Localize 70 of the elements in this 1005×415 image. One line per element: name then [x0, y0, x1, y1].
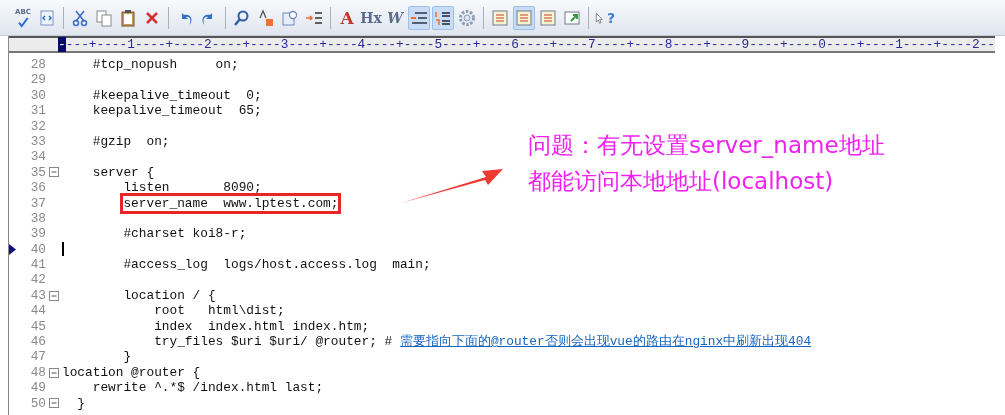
line-number: 36: [29, 180, 46, 196]
code-text: rewrite ^.*$ /index.html last;: [92, 380, 324, 396]
comment-link[interactable]: 需要指向下面的@router否则会出现vue的路由在nginx中刷新出现404: [399, 334, 812, 350]
fold-icon[interactable]: [49, 167, 59, 178]
line-number: 37: [29, 195, 46, 211]
code-text: index index.html index.htm;: [154, 318, 370, 335]
line-number: 35: [29, 164, 46, 181]
line-numbers-icon: [434, 9, 452, 27]
line-number: 44: [29, 303, 46, 319]
code-text: }: [77, 395, 86, 411]
line-number: 28: [29, 57, 46, 73]
copy-icon: [95, 9, 113, 27]
code-text: }: [123, 349, 132, 365]
line-number: 32: [29, 118, 46, 134]
line-number: 30: [29, 87, 46, 104]
code-text: #keepalive_timeout 0;: [92, 87, 262, 104]
code-text: location @router {: [62, 364, 201, 381]
toolbar-button[interactable]: Hx: [360, 6, 382, 30]
column-ruler: ---+----1----+----2----+----3----+----4----+----5----+----6----+----7----+----8----+----9----+----0----+----1----+----2--: [65, 37, 995, 52]
code-text: root html\dist;: [154, 303, 285, 319]
code-page-icon: [38, 9, 56, 27]
line-number: 40: [29, 241, 46, 258]
line-number: 34: [29, 149, 46, 165]
fold-icon[interactable]: [49, 398, 59, 409]
window-icon: [563, 9, 581, 27]
code-text: #charset koi8-r;: [123, 226, 247, 242]
line-number: 41: [29, 257, 46, 273]
code-text: listen 8090;: [123, 180, 262, 196]
toolbar-button[interactable]: [432, 6, 454, 30]
ruler-cursor-marker: -: [58, 37, 66, 52]
panel-icon: [515, 9, 533, 27]
code-text: server {: [92, 164, 155, 181]
toolbar-button[interactable]: [408, 6, 430, 30]
search-icon: [233, 9, 251, 27]
annotation-text: 问题：有无设置server_name地址 都能访问本地地址(localhost): [528, 131, 885, 196]
panel-icon: [539, 9, 557, 27]
line-number: 47: [29, 349, 46, 365]
panel-icon: [491, 9, 509, 27]
line-number: 39: [29, 226, 46, 242]
scissors-icon: [71, 9, 89, 27]
line-number: 29: [29, 72, 46, 88]
line-number: 49: [29, 380, 46, 396]
clipboard-icon: [119, 9, 137, 27]
settings-icon: [458, 9, 476, 27]
code-text: location / {: [123, 287, 216, 304]
line-number: 42: [29, 272, 46, 288]
line-number: 50: [29, 395, 46, 411]
line-number: 46: [29, 334, 46, 350]
wrap-lines-icon: [410, 9, 428, 27]
toolbar-button[interactable]: ?: [594, 6, 616, 30]
line-number: 48: [29, 364, 46, 381]
replace-icon: [257, 9, 275, 27]
checkmark-icon: [16, 15, 30, 28]
line-number: 43: [29, 287, 46, 304]
line-number: 31: [29, 103, 46, 119]
line-number: 38: [29, 210, 46, 227]
line-number: 45: [29, 318, 46, 335]
toolbar-button[interactable]: W: [384, 6, 406, 30]
fold-icon[interactable]: [49, 367, 59, 378]
toolbar-button[interactable]: A: [336, 6, 358, 30]
code-text: #gzip on;: [92, 133, 170, 150]
page-magnifier-icon: [281, 9, 299, 27]
numbered-list-icon: [305, 9, 323, 27]
code-text: #access_log logs/host.access.log main;: [123, 257, 431, 273]
fold-icon[interactable]: [49, 290, 59, 301]
line-number: 33: [29, 133, 46, 150]
code-text: keepalive_timeout 65;: [92, 103, 262, 119]
code-text: #tcp_nopush on;: [92, 57, 239, 73]
code-text: try_files $uri $uri/ @router; #: [154, 334, 394, 350]
code-text: server_name www.lptest.com;: [123, 195, 339, 211]
